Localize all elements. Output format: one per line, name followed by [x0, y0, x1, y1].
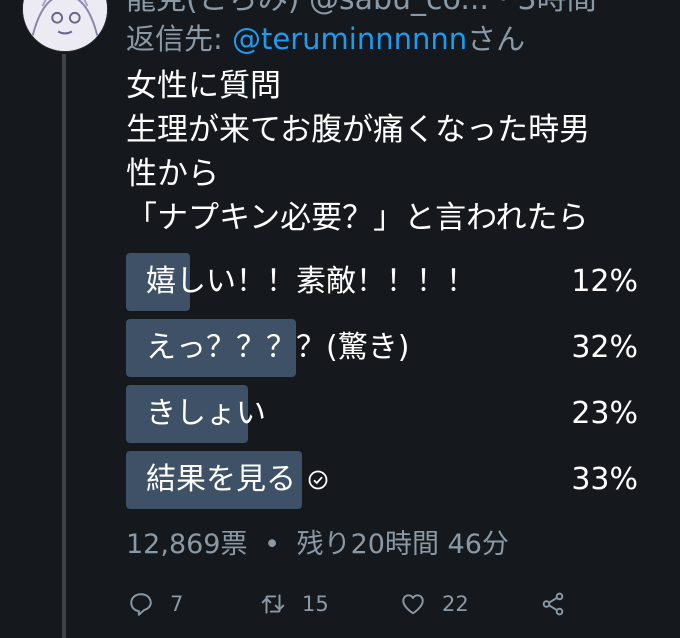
avatar[interactable] [22, 0, 108, 52]
retweet-count: 15 [302, 592, 329, 616]
reply-icon [130, 593, 152, 616]
poll-option[interactable]: きしょい 23% [126, 385, 638, 443]
heart-icon [402, 594, 424, 615]
reply-suffix: さん [467, 22, 526, 56]
poll-option-percent: 32% [571, 330, 638, 365]
reply-to: 返信先: @teruminnnnnnさん [126, 16, 525, 58]
poll-option-percent: 23% [571, 396, 638, 431]
avatar-illustration [23, 0, 107, 51]
share-icon [542, 592, 564, 616]
like-button[interactable]: 22 [400, 584, 469, 624]
tweet-text-line: 女性に質問 [126, 68, 281, 104]
poll-option-label: 嬉しい！！素敵！！！！ [146, 264, 476, 299]
poll-option-label: きしょい [146, 396, 266, 431]
check-circle-icon [308, 470, 328, 490]
tweet-text-line: 生理が来てお腹が痛くなった時男 [126, 112, 591, 148]
thread-line [62, 54, 66, 638]
poll-option-label: えっ？？？？(驚き) [146, 330, 410, 365]
retweet-button[interactable]: 15 [260, 584, 329, 624]
share-button[interactable] [540, 584, 582, 624]
reply-count: 7 [170, 592, 184, 616]
poll-option[interactable]: 嬉しい！！素敵！！！！ 12% [126, 253, 638, 311]
poll-option-selected[interactable]: 結果を見る 33% [126, 451, 638, 509]
tweet-text-line: 性から [126, 156, 219, 192]
reply-prefix: 返信先: [126, 22, 232, 56]
tweet-text-line: 「ナプキン必要？」と言われたら [126, 200, 589, 236]
time-remaining: 残り20時間 46分 [296, 529, 509, 560]
tweet-text: 女性に質問 生理が来てお腹が痛くなった時男 性から 「ナプキン必要？」と言われた… [126, 64, 666, 240]
action-bar: 7 15 22 [126, 584, 586, 624]
meta-separator: • [264, 529, 281, 560]
poll-option-percent: 33% [571, 462, 638, 497]
poll-option-percent: 12% [571, 264, 638, 299]
poll: 嬉しい！！素敵！！！！ 12% えっ？？？？(驚き) 32% きしょい 23% … [126, 253, 638, 517]
retweet-icon [261, 594, 285, 614]
like-count: 22 [442, 592, 469, 616]
poll-option[interactable]: えっ？？？？(驚き) 32% [126, 319, 638, 377]
reply-button[interactable]: 7 [128, 584, 183, 624]
poll-meta: 12,869票 • 残り20時間 46分 [126, 522, 509, 561]
poll-option-label: 結果を見る [146, 451, 328, 509]
vote-count: 12,869票 [126, 529, 248, 560]
reply-handle-link[interactable]: @teruminnnnnn [232, 22, 467, 56]
